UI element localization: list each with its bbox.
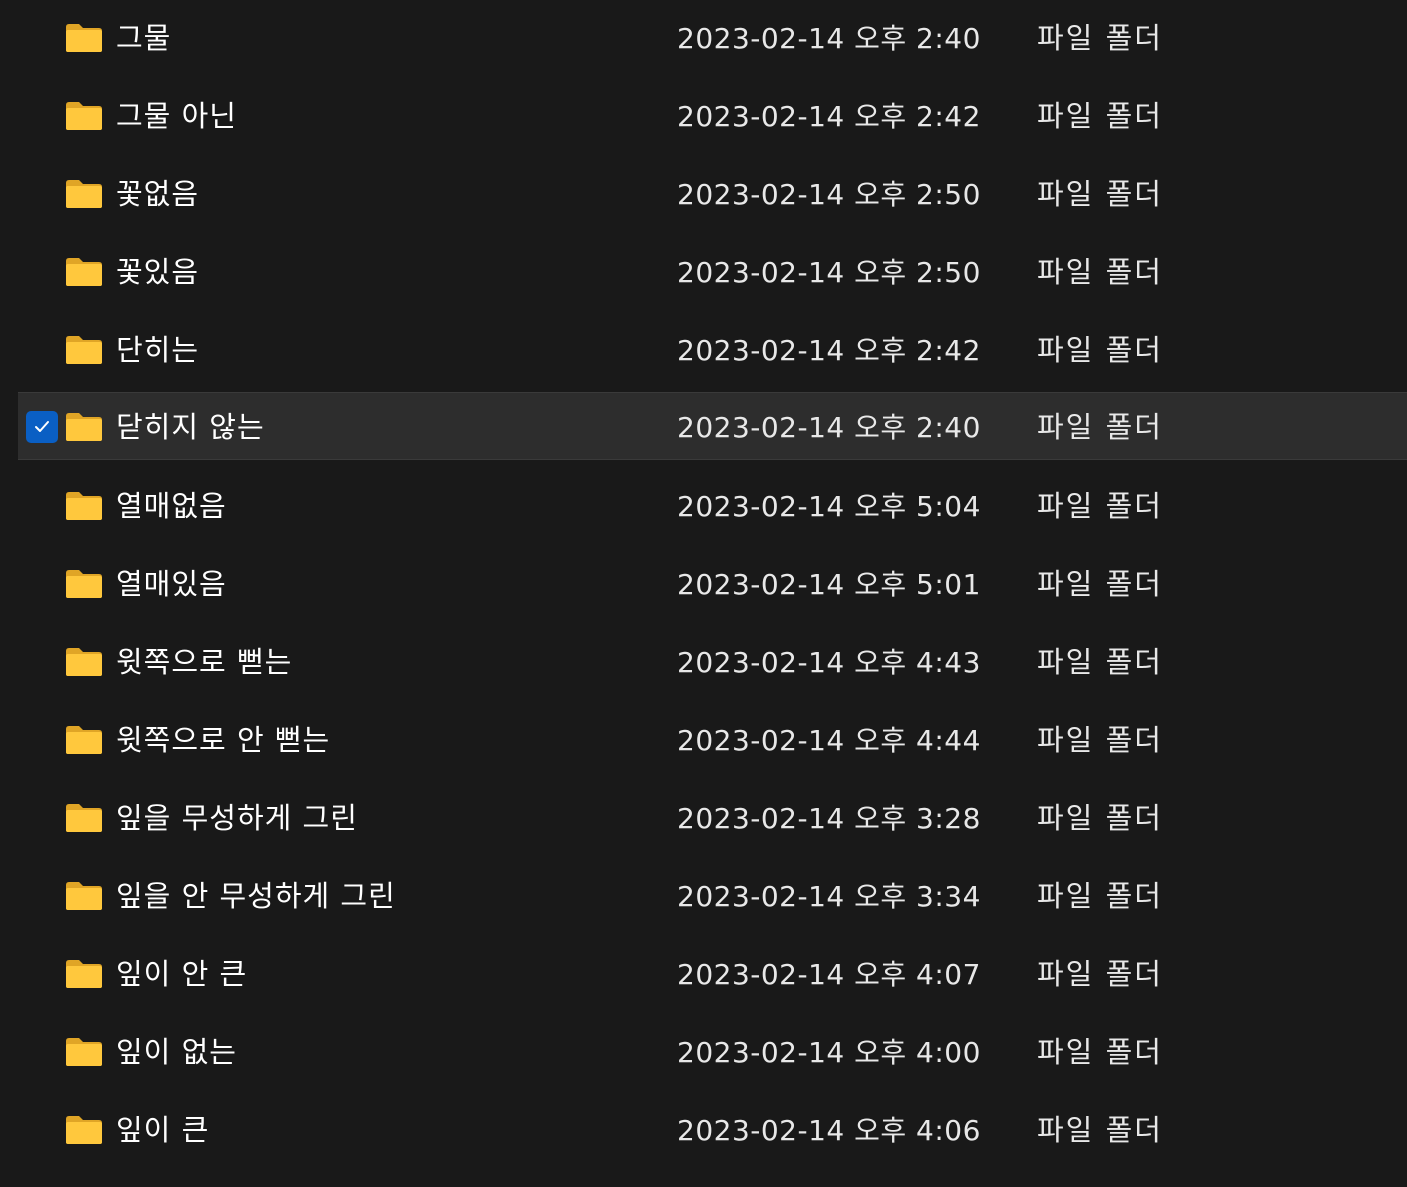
file-modified-date: 2023-02-14 오후 4:44: [677, 724, 981, 757]
folder-icon: [65, 412, 103, 442]
folder-icon: [65, 803, 103, 833]
folder-icon: [65, 569, 103, 599]
file-modified-date: 2023-02-14 오후 4:00: [677, 1036, 981, 1069]
folder-icon: [65, 725, 103, 755]
file-row[interactable]: 그물 아닌 2023-02-14 오후 2:42 파일 폴더: [18, 82, 1407, 150]
file-name: 잎을 무성하게 그린: [116, 801, 358, 835]
file-type: 파일 폴더: [1037, 177, 1163, 211]
folder-icon: [65, 179, 103, 209]
file-type: 파일 폴더: [1037, 723, 1163, 757]
file-modified-date: 2023-02-14 오후 3:28: [677, 802, 981, 835]
checkmark-icon: [35, 421, 49, 432]
file-name: 그물 아닌: [116, 99, 237, 133]
file-row[interactable]: 그물 2023-02-14 오후 2:40 파일 폴더: [18, 4, 1407, 72]
file-row[interactable]: 꽃있음 2023-02-14 오후 2:50 파일 폴더: [18, 238, 1407, 306]
file-type: 파일 폴더: [1037, 1035, 1163, 1069]
folder-icon: [65, 1037, 103, 1067]
file-row[interactable]: 잎이 없는 2023-02-14 오후 4:00 파일 폴더: [18, 1018, 1407, 1086]
file-name: 꽃없음: [116, 177, 200, 211]
file-name: 열매있음: [116, 567, 227, 601]
file-type: 파일 폴더: [1037, 879, 1163, 913]
file-list: 그물 2023-02-14 오후 2:40 파일 폴더 그물 아닌 2023-0…: [0, 0, 1407, 1187]
file-type: 파일 폴더: [1037, 801, 1163, 835]
folder-icon: [65, 1115, 103, 1145]
file-type: 파일 폴더: [1037, 957, 1163, 991]
file-row[interactable]: 잎을 안 무성하게 그린 2023-02-14 오후 3:34 파일 폴더: [18, 862, 1407, 930]
file-row[interactable]: 열매있음 2023-02-14 오후 5:01 파일 폴더: [18, 550, 1407, 618]
file-modified-date: 2023-02-14 오후 2:42: [677, 334, 981, 367]
file-modified-date: 2023-02-14 오후 5:01: [677, 568, 981, 601]
folder-icon: [65, 647, 103, 677]
file-name: 잎이 안 큰: [116, 957, 248, 991]
file-name: 단히는: [116, 333, 200, 367]
file-row[interactable]: 잎이 큰 2023-02-14 오후 4:06 파일 폴더: [18, 1096, 1407, 1164]
folder-icon: [65, 23, 103, 53]
file-name: 윗쪽으로 뻗는: [116, 645, 293, 679]
file-row[interactable]: 윗쪽으로 안 뻗는 2023-02-14 오후 4:44 파일 폴더: [18, 706, 1407, 774]
file-name: 열매없음: [116, 489, 227, 523]
file-type: 파일 폴더: [1037, 567, 1163, 601]
folder-icon: [65, 881, 103, 911]
file-type: 파일 폴더: [1037, 1113, 1163, 1147]
file-name: 그물: [116, 21, 172, 55]
file-row[interactable]: 단히는 2023-02-14 오후 2:42 파일 폴더: [18, 316, 1407, 384]
file-row[interactable]: 잎을 무성하게 그린 2023-02-14 오후 3:28 파일 폴더: [18, 784, 1407, 852]
file-type: 파일 폴더: [1037, 489, 1163, 523]
file-modified-date: 2023-02-14 오후 4:43: [677, 646, 981, 679]
file-type: 파일 폴더: [1037, 99, 1163, 133]
file-modified-date: 2023-02-14 오후 5:04: [677, 490, 981, 523]
file-type: 파일 폴더: [1037, 645, 1163, 679]
file-modified-date: 2023-02-14 오후 4:06: [677, 1114, 981, 1147]
file-name: 잎이 큰: [116, 1113, 210, 1147]
file-modified-date: 2023-02-14 오후 2:40: [677, 22, 981, 55]
file-row-selected[interactable]: 닫히지 않는 2023-02-14 오후 2:40 파일 폴더: [18, 392, 1407, 460]
file-modified-date: 2023-02-14 오후 3:34: [677, 880, 981, 913]
file-row[interactable]: 꽃없음 2023-02-14 오후 2:50 파일 폴더: [18, 160, 1407, 228]
folder-icon: [65, 959, 103, 989]
file-name: 잎을 안 무성하게 그린: [116, 879, 396, 913]
file-name: 윗쪽으로 안 뻗는: [116, 723, 331, 757]
file-name: 잎이 없는: [116, 1035, 237, 1069]
file-name: 꽃있음: [116, 255, 200, 289]
file-row[interactable]: 열매없음 2023-02-14 오후 5:04 파일 폴더: [18, 472, 1407, 540]
folder-icon: [65, 335, 103, 365]
folder-icon: [65, 257, 103, 287]
file-modified-date: 2023-02-14 오후 2:42: [677, 100, 981, 133]
file-name: 닫히지 않는: [116, 410, 265, 444]
file-modified-date: 2023-02-14 오후 2:40: [677, 411, 981, 444]
file-type: 파일 폴더: [1037, 255, 1163, 289]
file-type: 파일 폴더: [1037, 410, 1163, 444]
file-type: 파일 폴더: [1037, 21, 1163, 55]
folder-icon: [65, 101, 103, 131]
folder-icon: [65, 491, 103, 521]
checkbox-checked[interactable]: [26, 411, 58, 443]
file-type: 파일 폴더: [1037, 333, 1163, 367]
file-modified-date: 2023-02-14 오후 2:50: [677, 256, 981, 289]
file-row[interactable]: 윗쪽으로 뻗는 2023-02-14 오후 4:43 파일 폴더: [18, 628, 1407, 696]
file-modified-date: 2023-02-14 오후 4:07: [677, 958, 981, 991]
file-row[interactable]: 잎이 안 큰 2023-02-14 오후 4:07 파일 폴더: [18, 940, 1407, 1008]
file-modified-date: 2023-02-14 오후 2:50: [677, 178, 981, 211]
